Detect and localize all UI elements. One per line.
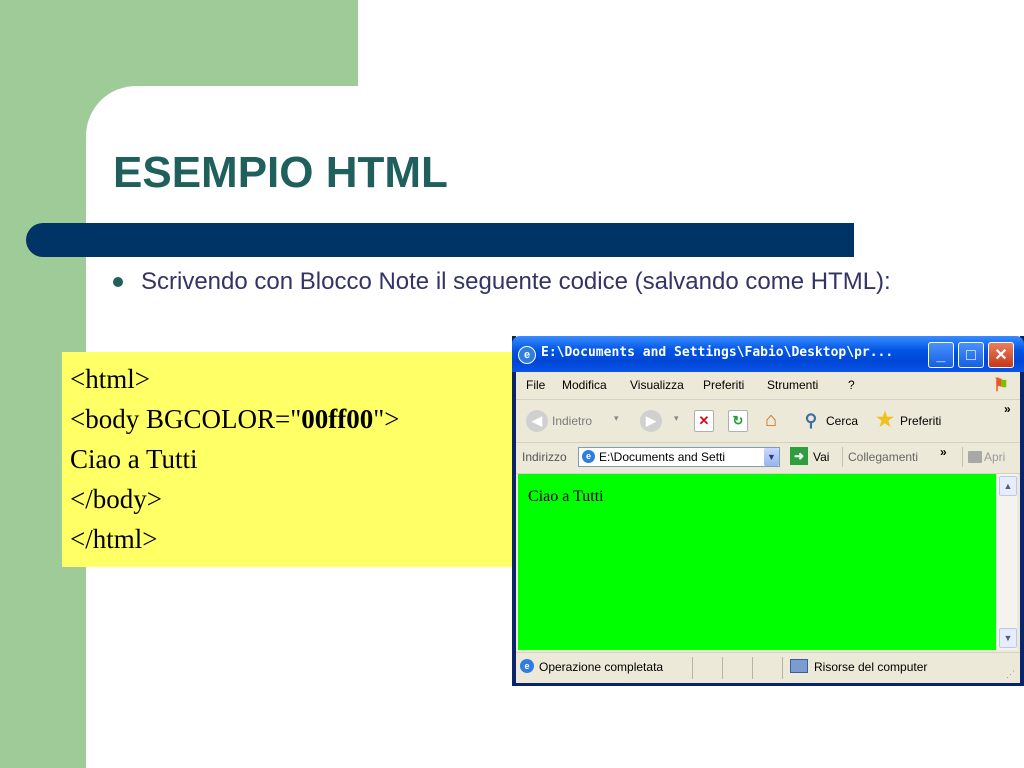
status-text: Operazione completata [539, 660, 664, 674]
forward-dropdown-icon[interactable]: ▾ [674, 413, 679, 424]
slide-title: ESEMPIO HTML [113, 148, 448, 197]
status-zone-text: Risorse del computer [814, 660, 928, 674]
bullet-dot-icon [113, 277, 123, 287]
status-page-icon: e [520, 659, 534, 673]
code-line-2-suffix: "> [373, 404, 400, 434]
close-button[interactable]: ✕ [988, 342, 1014, 368]
status-separator [692, 657, 693, 679]
vertical-scrollbar[interactable]: ▲ ▼ [996, 474, 1017, 650]
code-line-4: </body> [70, 484, 162, 514]
code-color-value: 00ff00 [301, 404, 374, 434]
code-sample-box: <html> <body BGCOLOR="00ff00"> Ciao a Tu… [62, 352, 514, 567]
address-dropdown-icon[interactable]: ▼ [764, 448, 779, 466]
back-dropdown-icon[interactable]: ▾ [614, 413, 619, 424]
search-icon[interactable]: ⚲ [800, 410, 822, 432]
title-underline-bar [26, 223, 854, 257]
go-arrow-icon[interactable]: ➜ [790, 447, 808, 465]
links-separator [962, 447, 963, 467]
refresh-icon[interactable]: ↻ [728, 410, 748, 432]
favorites-star-icon[interactable]: ★ [874, 409, 896, 431]
address-separator [842, 447, 843, 467]
maximize-button[interactable]: □ [958, 342, 984, 368]
code-line-3: Ciao a Tutti [70, 444, 198, 474]
toolbar-more-chevron[interactable]: » [1004, 402, 1011, 416]
slide-corner-curve [86, 86, 186, 186]
page-content-area: Ciao a Tutti [518, 474, 996, 650]
browser-window: e E:\Documents and Settings\Fabio\Deskto… [512, 336, 1024, 686]
links-label[interactable]: Collegamenti [848, 450, 918, 464]
scroll-down-icon[interactable]: ▼ [999, 628, 1017, 648]
window-titlebar[interactable]: e E:\Documents and Settings\Fabio\Deskto… [512, 336, 1024, 372]
stop-icon[interactable]: ✕ [694, 410, 714, 432]
back-arrow-icon[interactable]: ◀ [526, 410, 548, 432]
windows-logo-icon: ⚑ [988, 374, 1014, 396]
scroll-up-icon[interactable]: ▲ [999, 476, 1017, 496]
go-button-label[interactable]: Vai [813, 450, 829, 464]
home-icon[interactable]: ⌂ [760, 409, 782, 431]
computer-icon [790, 659, 808, 673]
page-content-text: Ciao a Tutti [528, 488, 604, 505]
search-button-label[interactable]: Cerca [826, 414, 858, 428]
status-separator [752, 657, 753, 679]
slide-top-band [86, 0, 358, 86]
code-line-2: <body BGCOLOR="00ff00"> [70, 404, 399, 435]
minimize-button[interactable]: _ [928, 342, 954, 368]
code-line-2-prefix: <body BGCOLOR=" [70, 404, 302, 434]
window-title: E:\Documents and Settings\Fabio\Desktop\… [541, 345, 894, 360]
menu-preferiti[interactable]: Preferiti [703, 378, 744, 392]
open-folder-icon[interactable] [968, 451, 982, 463]
address-input[interactable]: e E:\Documents and Setti [578, 447, 780, 467]
forward-arrow-icon[interactable]: ▶ [640, 410, 662, 432]
ie-icon: e [518, 346, 536, 364]
menu-help[interactable]: ? [848, 378, 855, 392]
code-line-1: <html> [70, 364, 150, 394]
menu-visualizza[interactable]: Visualizza [630, 378, 684, 392]
page-icon: e [582, 450, 595, 463]
menu-strumenti[interactable]: Strumenti [767, 378, 818, 392]
favorites-button-label[interactable]: Preferiti [900, 414, 941, 428]
bullet-text: Scrivendo con Blocco Note il seguente co… [141, 268, 891, 295]
address-bar: Indirizzo e E:\Documents and Setti ▼ ➜ V… [516, 443, 1020, 474]
links-more-chevron[interactable]: » [940, 445, 947, 459]
address-value: E:\Documents and Setti [599, 450, 726, 464]
menu-file[interactable]: File [526, 378, 545, 392]
open-label[interactable]: Apri [984, 450, 1005, 464]
code-line-5: </html> [70, 524, 158, 554]
status-bar: e Operazione completata Risorse del comp… [516, 652, 1020, 683]
resize-grip-icon[interactable]: ⋰ [1006, 669, 1015, 680]
toolbar: ◀ Indietro ▾ ▶ ▾ ✕ ↻ ⌂ ⚲ Cerca ★ Preferi… [516, 400, 1020, 443]
bullet-item: Scrivendo con Blocco Note il seguente co… [113, 268, 953, 295]
menu-bar: File Modifica Visualizza Preferiti Strum… [516, 372, 1020, 400]
address-label: Indirizzo [522, 450, 567, 464]
status-separator [782, 657, 783, 679]
status-separator [722, 657, 723, 679]
back-button-label[interactable]: Indietro [552, 414, 592, 428]
menu-modifica[interactable]: Modifica [562, 378, 607, 392]
